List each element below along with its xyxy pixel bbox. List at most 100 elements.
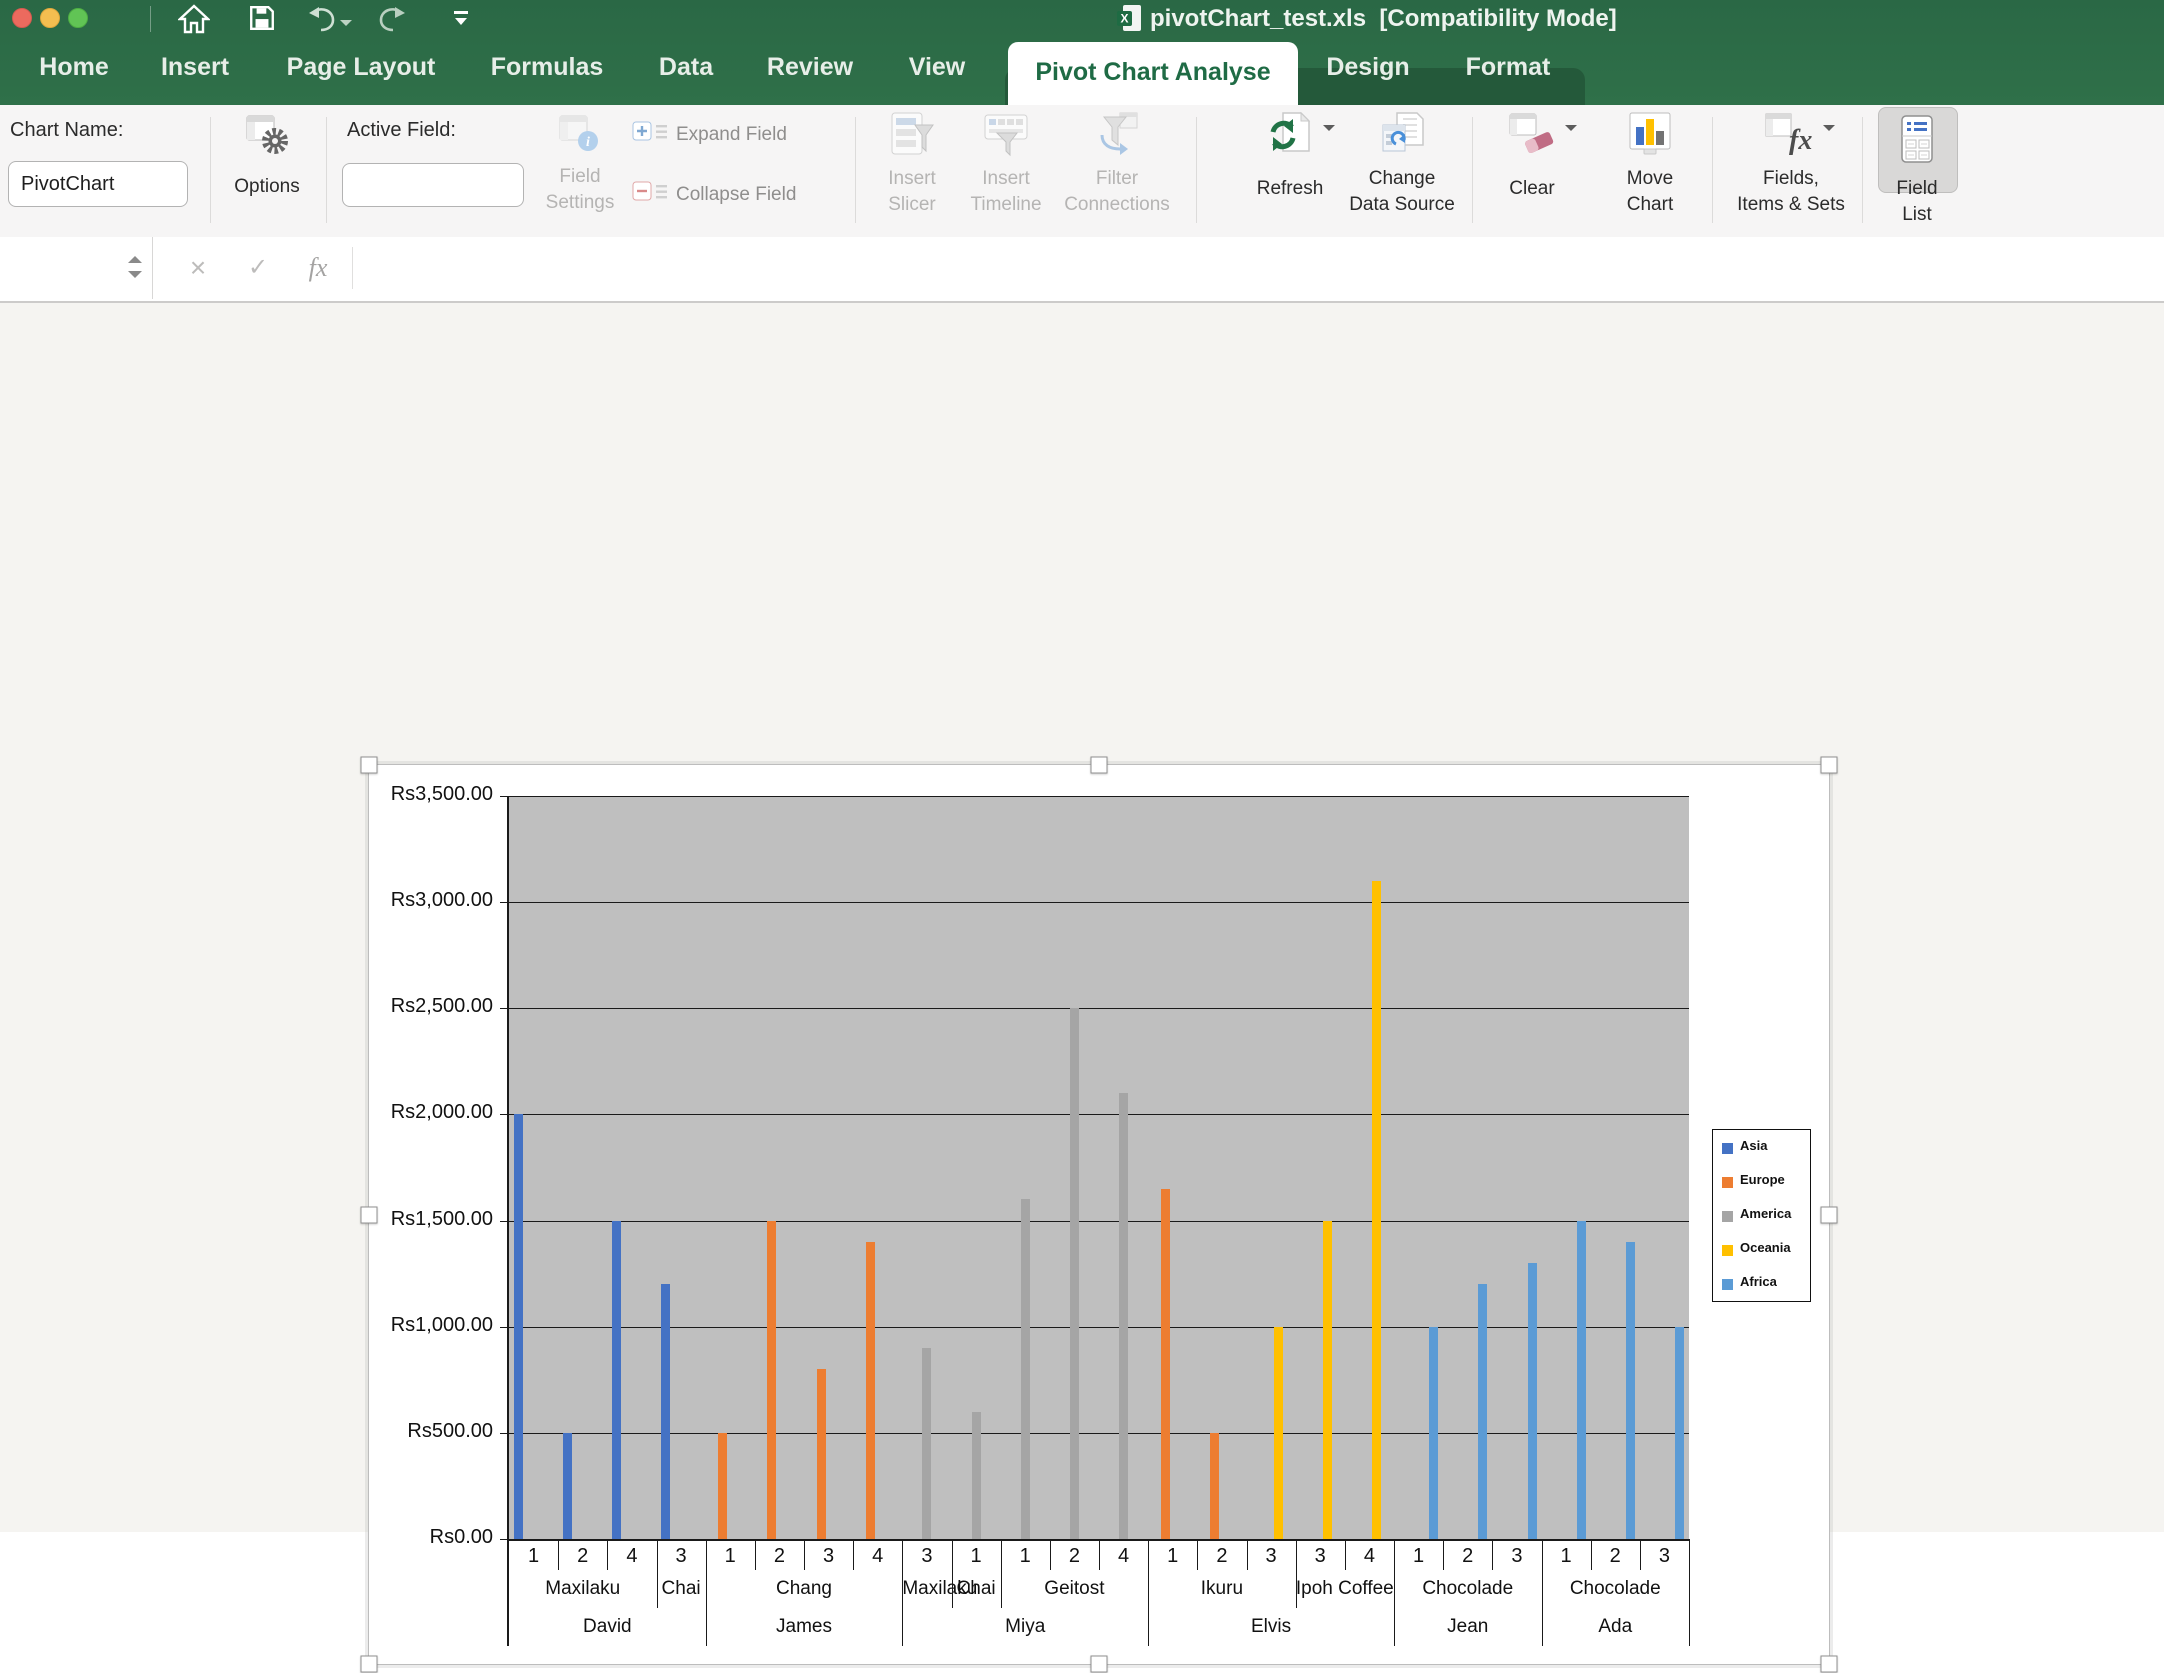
undo-dropdown-caret[interactable] xyxy=(340,20,352,32)
chart-resize-handle[interactable] xyxy=(361,1656,378,1673)
bar-europe-elvis-q2[interactable] xyxy=(1210,1433,1219,1539)
quick-access-customize-button[interactable] xyxy=(452,8,470,35)
zoom-button[interactable] xyxy=(68,8,88,28)
refresh-button[interactable]: Refresh xyxy=(1240,111,1340,202)
y-tick-label: Rs3,000.00 xyxy=(369,889,493,912)
bar-oceania-elvis-q3[interactable] xyxy=(1323,1221,1332,1539)
y-tick-label: Rs1,500.00 xyxy=(369,1208,493,1231)
salesperson-label: Ada xyxy=(1542,1616,1690,1638)
sheet-area[interactable]: Rs3,500.00Rs3,000.00Rs2,500.00Rs2,000.00… xyxy=(0,303,2164,1532)
tab-pivot-chart-analyse[interactable]: Pivot Chart Analyse xyxy=(1008,42,1298,105)
bar-asia-david-q3[interactable] xyxy=(661,1284,670,1539)
save-button[interactable] xyxy=(248,4,276,37)
ribbon-display-options-icon xyxy=(452,8,470,35)
minimize-button[interactable] xyxy=(40,8,60,28)
formula-input[interactable] xyxy=(356,237,2164,299)
quarter-label: 3 xyxy=(1492,1545,1541,1568)
clear-dropdown-caret[interactable] xyxy=(1565,125,1577,137)
tab-review[interactable]: Review xyxy=(767,34,853,105)
chart-card[interactable]: Rs3,500.00Rs3,000.00Rs2,500.00Rs2,000.00… xyxy=(368,764,1830,1665)
active-field-input[interactable] xyxy=(342,163,524,207)
move-chart-button[interactable]: Move Chart xyxy=(1604,111,1696,218)
chart-name-input[interactable]: PivotChart xyxy=(8,161,188,207)
tab-page-layout[interactable]: Page Layout xyxy=(287,34,436,105)
bar-europe-elvis-q1[interactable] xyxy=(1161,1189,1170,1539)
insert-slicer-label: Insert Slicer xyxy=(888,166,936,218)
bar-europe-james-q1[interactable] xyxy=(718,1433,727,1539)
formula-enter-button[interactable]: ✓ xyxy=(238,237,278,299)
bar-america-miya-q4[interactable] xyxy=(1119,1093,1128,1539)
clear-button[interactable]: Clear xyxy=(1486,111,1578,202)
tab-design[interactable]: Design xyxy=(1326,34,1409,105)
options-button[interactable]: Options xyxy=(222,113,312,200)
collapse-field-icon xyxy=(632,181,668,208)
insert-slicer-button[interactable]: Insert Slicer xyxy=(868,111,956,218)
tab-formulas[interactable]: Formulas xyxy=(491,34,604,105)
bar-africa-jean-q2[interactable] xyxy=(1478,1284,1487,1539)
undo-button[interactable] xyxy=(306,4,352,37)
tab-insert[interactable]: Insert xyxy=(161,34,229,105)
fields-items-sets-dropdown-caret[interactable] xyxy=(1823,125,1835,137)
tab-view[interactable]: View xyxy=(909,34,966,105)
redo-button[interactable] xyxy=(376,4,408,37)
bar-africa-ada-q1[interactable] xyxy=(1577,1221,1586,1539)
bar-africa-ada-q2[interactable] xyxy=(1626,1242,1635,1539)
fields-items-sets-button[interactable]: fx Fields, Items & Sets xyxy=(1726,111,1856,218)
bar-asia-david-q1[interactable] xyxy=(514,1114,523,1539)
chart-resize-handle[interactable] xyxy=(361,1206,378,1223)
salesperson-label: James xyxy=(706,1616,903,1638)
bar-oceania-elvis-q3[interactable] xyxy=(1274,1327,1283,1539)
tab-format[interactable]: Format xyxy=(1466,34,1551,105)
chart-resize-handle[interactable] xyxy=(1821,1206,1838,1223)
refresh-dropdown-caret[interactable] xyxy=(1323,125,1335,137)
bar-america-miya-q1[interactable] xyxy=(1021,1199,1030,1539)
quarter-label: 1 xyxy=(509,1545,558,1568)
chart-resize-handle[interactable] xyxy=(1091,1656,1108,1673)
tab-home[interactable]: Home xyxy=(39,34,108,105)
svg-text:fx: fx xyxy=(1789,125,1812,156)
field-list-button[interactable]: Field List xyxy=(1874,115,1960,228)
bar-europe-james-q4[interactable] xyxy=(866,1242,875,1539)
active-field-label: Active Field: xyxy=(347,119,456,142)
name-box-up-arrow[interactable] xyxy=(128,249,142,263)
fields-items-sets-icon: fx xyxy=(1765,111,1817,162)
expand-field-label: Expand Field xyxy=(676,124,787,146)
quarter-label: 2 xyxy=(1443,1545,1492,1568)
gridline xyxy=(509,796,1689,797)
bar-africa-ada-q3[interactable] xyxy=(1675,1327,1684,1539)
product-label: Geitost xyxy=(1001,1578,1149,1600)
options-label: Options xyxy=(234,174,299,200)
name-box-down-arrow[interactable] xyxy=(128,271,142,285)
insert-timeline-button[interactable]: Insert Timeline xyxy=(960,111,1052,218)
bar-africa-jean-q1[interactable] xyxy=(1429,1327,1438,1539)
insert-function-button[interactable]: fx xyxy=(298,237,338,299)
move-chart-icon xyxy=(1627,111,1673,162)
chart-resize-handle[interactable] xyxy=(1821,1656,1838,1673)
formula-cancel-button[interactable]: × xyxy=(178,237,218,299)
bar-america-miya-q2[interactable] xyxy=(1070,1008,1079,1539)
chart-resize-handle[interactable] xyxy=(1091,757,1108,774)
change-data-source-button[interactable]: Change Data Source xyxy=(1346,111,1458,218)
quarter-label: 2 xyxy=(1591,1545,1640,1568)
bar-europe-james-q3[interactable] xyxy=(817,1369,826,1539)
bar-asia-david-q2[interactable] xyxy=(563,1433,572,1539)
bar-asia-david-q4[interactable] xyxy=(612,1221,621,1539)
bar-europe-james-q2[interactable] xyxy=(767,1221,776,1539)
plot-area[interactable] xyxy=(509,796,1689,1539)
collapse-field-label: Collapse Field xyxy=(676,184,796,206)
bar-oceania-elvis-q4[interactable] xyxy=(1372,881,1381,1539)
name-box[interactable] xyxy=(0,237,153,299)
ribbon-group-separator xyxy=(1862,117,1863,223)
product-label: Maxilaku xyxy=(509,1578,657,1600)
filter-connections-button[interactable]: Filter Connections xyxy=(1058,111,1176,218)
tab-data[interactable]: Data xyxy=(659,34,713,105)
chart-resize-handle[interactable] xyxy=(361,757,378,774)
close-button[interactable] xyxy=(12,8,32,28)
expand-field-button[interactable]: Expand Field xyxy=(632,121,787,148)
field-settings-button[interactable]: i Field Settings xyxy=(534,113,626,216)
bar-america-miya-q1[interactable] xyxy=(972,1412,981,1539)
bar-africa-jean-q3[interactable] xyxy=(1528,1263,1537,1539)
chart-resize-handle[interactable] xyxy=(1821,757,1838,774)
collapse-field-button[interactable]: Collapse Field xyxy=(632,181,796,208)
bar-america-miya-q3[interactable] xyxy=(922,1348,931,1539)
